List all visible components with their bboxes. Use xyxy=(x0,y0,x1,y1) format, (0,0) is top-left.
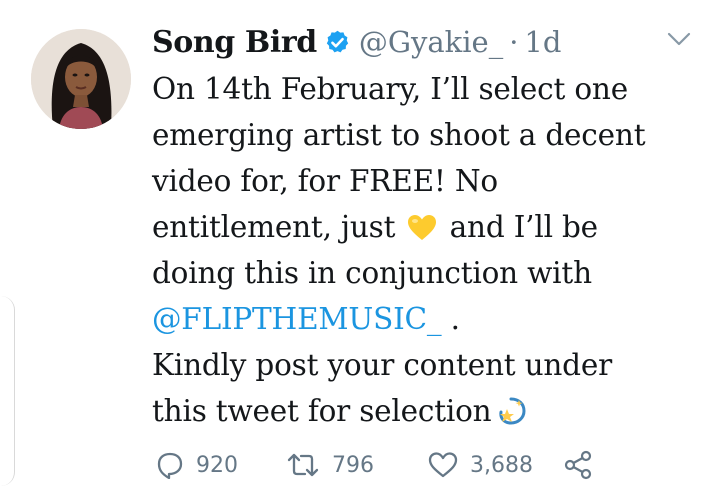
reply-icon xyxy=(157,452,183,479)
tweet-text-segment: this tweet for selection xyxy=(152,394,492,428)
dizzy-icon xyxy=(499,397,526,425)
tweet-line: doing this in conjunction with xyxy=(152,256,592,290)
tweet-line: entitlement, just and I’ll be xyxy=(152,204,692,250)
tweet-line: this tweet for selection xyxy=(152,388,692,434)
tweet-timestamp[interactable]: 1d xyxy=(524,25,561,59)
avatar-photo xyxy=(31,29,131,129)
tweet-line: On 14th February, I’ll select one xyxy=(152,72,628,106)
tweet-line: Kindly post your content under xyxy=(152,348,613,382)
share-icon xyxy=(564,450,592,480)
chevron-down-icon[interactable] xyxy=(664,28,694,52)
like-button[interactable]: 3,688 xyxy=(428,451,563,479)
yellow-heart-icon xyxy=(408,215,437,240)
tweet-line: @FLIPTHEMUSIC_ . xyxy=(152,296,692,342)
tweet-actions: 920 796 3,688 xyxy=(156,448,593,482)
tweet-line: emerging artist to shoot a decent xyxy=(152,118,646,152)
share-button[interactable] xyxy=(563,450,593,480)
retweet-count: 796 xyxy=(332,452,374,478)
retweet-icon xyxy=(287,453,319,477)
reply-count: 920 xyxy=(196,452,238,478)
avatar[interactable] xyxy=(31,29,131,129)
heart-icon xyxy=(428,452,458,478)
tweet-text: On 14th February, I’ll select one emergi… xyxy=(152,66,692,434)
adjacent-card-edge xyxy=(0,296,15,486)
reply-button[interactable]: 920 xyxy=(156,451,286,479)
tweet-line: video for, for FREE! No xyxy=(152,164,498,198)
tweet-header: Song Bird @Gyakie_ · 1d xyxy=(152,20,561,64)
mention-link[interactable]: @FLIPTHEMUSIC_ xyxy=(152,302,442,336)
tweet-text-segment: and I’ll be xyxy=(449,210,598,244)
user-handle[interactable]: @Gyakie_ xyxy=(359,25,503,59)
display-name[interactable]: Song Bird xyxy=(152,25,317,60)
verified-badge-icon xyxy=(326,30,349,52)
header-separator: · xyxy=(509,25,519,59)
tweet-text-segment: entitlement, just xyxy=(152,210,396,244)
retweet-button[interactable]: 796 xyxy=(286,451,428,479)
like-count: 3,688 xyxy=(470,452,533,478)
tweet-text-segment: . xyxy=(441,302,460,336)
